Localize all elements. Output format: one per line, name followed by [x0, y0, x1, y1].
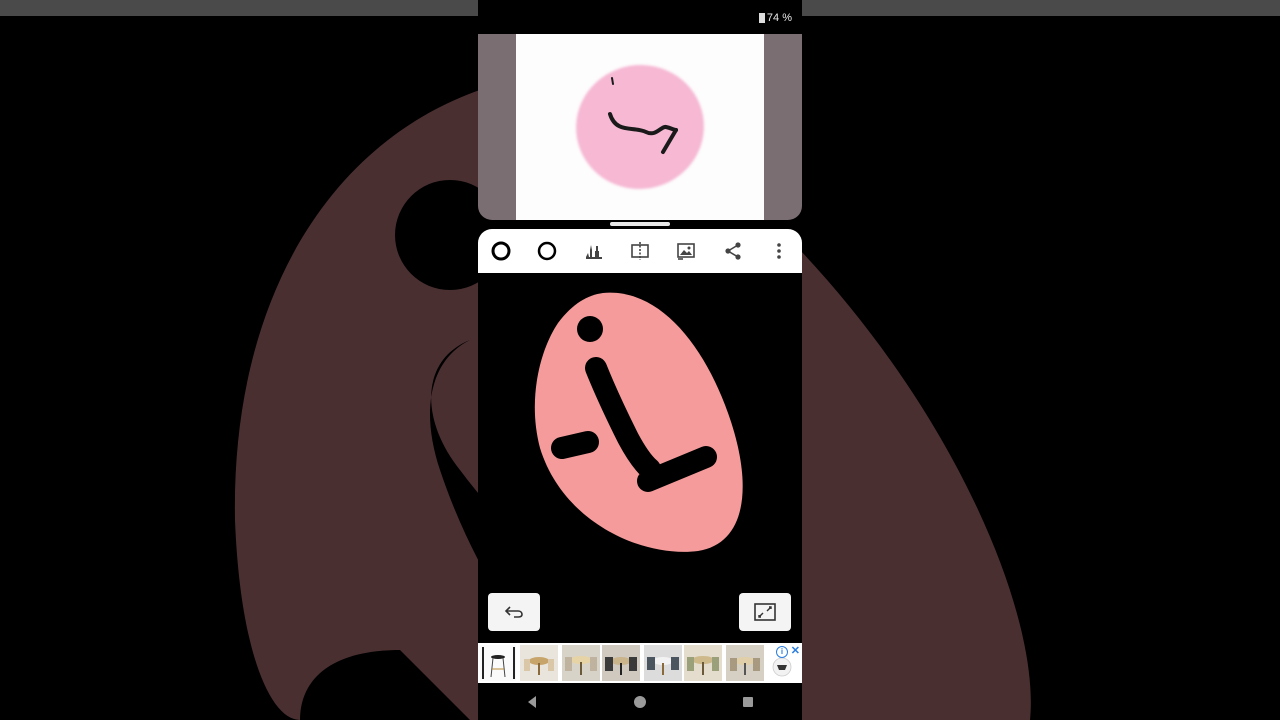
- ad-image-table-set-4: [644, 645, 682, 681]
- reference-video-panel[interactable]: [478, 34, 802, 220]
- home-circle-icon: [634, 695, 646, 708]
- recents-square-icon: [743, 696, 753, 707]
- share-icon[interactable]: [717, 235, 749, 267]
- drawing-canvas[interactable]: [478, 273, 802, 643]
- ad-info-icon[interactable]: i: [776, 646, 788, 658]
- ad-banner[interactable]: i ✕: [478, 643, 802, 683]
- drawing-toolbar: [478, 229, 802, 273]
- brush-outline-ring-icon[interactable]: [531, 235, 563, 267]
- status-bar: 74 %: [478, 0, 802, 34]
- android-nav-bar: [478, 683, 802, 720]
- paint-tools-icon[interactable]: [578, 235, 610, 267]
- ad-image-table-set-6: [726, 645, 764, 681]
- ad-image-table-set-2: [562, 645, 600, 681]
- more-vertical-icon[interactable]: [763, 235, 795, 267]
- battery-percent: 74 %: [766, 12, 792, 24]
- reference-photo: [516, 34, 764, 220]
- ad-image-barstool: [480, 645, 516, 681]
- fullscreen-button[interactable]: [739, 593, 791, 631]
- nav-back-button[interactable]: [512, 687, 552, 717]
- battery-indicator: 74 %: [758, 12, 792, 24]
- ad-close-icon[interactable]: ✕: [791, 644, 800, 657]
- fullscreen-icon: [754, 603, 776, 621]
- battery-icon: [758, 13, 765, 23]
- phone-screen: 74 % i ✕: [478, 0, 802, 720]
- ad-image-table-set-1: [520, 645, 558, 681]
- ad-image-table-set-5: [684, 645, 722, 681]
- nav-home-button[interactable]: [620, 687, 660, 717]
- insert-image-icon[interactable]: [670, 235, 702, 267]
- canvas-drawing: [534, 292, 743, 552]
- ad-image-table-set-3: [602, 645, 640, 681]
- panel-resize-handle[interactable]: [610, 222, 670, 226]
- brush-size-ring-icon[interactable]: [485, 235, 517, 267]
- undo-icon: [504, 606, 523, 618]
- reference-drawing: [576, 64, 704, 190]
- undo-button[interactable]: [488, 593, 540, 631]
- nav-recents-button[interactable]: [728, 687, 768, 717]
- back-triangle-icon: [528, 695, 536, 708]
- mirror-split-icon[interactable]: [624, 235, 656, 267]
